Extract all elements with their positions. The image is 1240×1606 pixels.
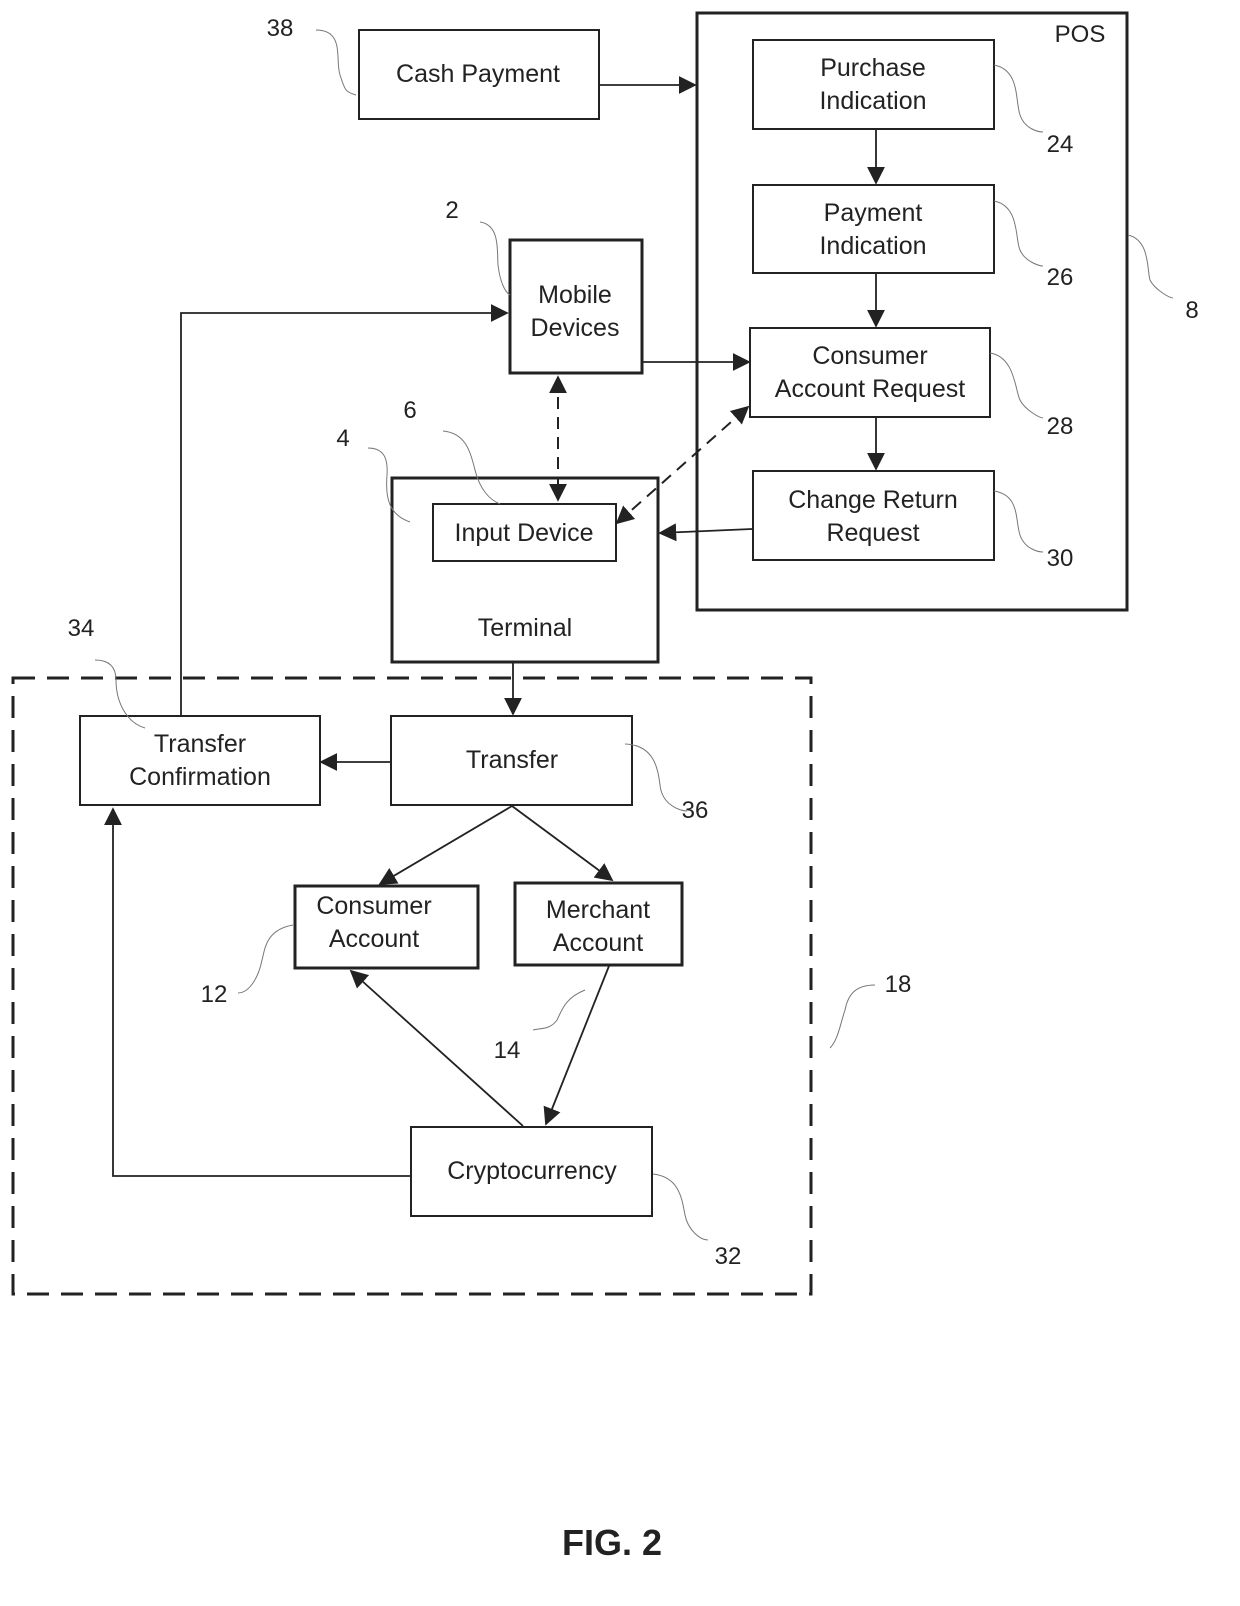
- svg-text:Merchant: Merchant: [546, 896, 650, 924]
- node-transfer-confirmation: Transfer Confirmation: [79, 715, 321, 806]
- svg-text:Input Device: Input Device: [455, 519, 594, 547]
- ref-36: 36: [682, 797, 709, 824]
- svg-text:Indication: Indication: [819, 87, 926, 115]
- ref-26: 26: [1047, 264, 1074, 291]
- node-cryptocurrency: Cryptocurrency: [410, 1126, 653, 1217]
- ref-30: 30: [1047, 545, 1074, 572]
- svg-text:Consumer: Consumer: [812, 342, 927, 370]
- node-purchase-indication: Purchase Indication: [752, 39, 995, 130]
- svg-text:Account: Account: [329, 925, 419, 953]
- leader-8: [1127, 234, 1174, 299]
- svg-text:Consumer: Consumer: [316, 892, 431, 920]
- node-payment-indication: Payment Indication: [752, 184, 995, 274]
- ref-14: 14: [494, 1037, 521, 1064]
- svg-text:Mobile: Mobile: [538, 281, 612, 309]
- ref-18: 18: [885, 971, 912, 998]
- ref-34: 34: [68, 615, 95, 642]
- svg-text:Account Request: Account Request: [775, 375, 965, 403]
- leader-32: [652, 1173, 709, 1241]
- edge-crypto-to-confirmation: [104, 807, 410, 1177]
- svg-text:Cryptocurrency: Cryptocurrency: [447, 1157, 617, 1185]
- svg-text:Confirmation: Confirmation: [129, 763, 271, 791]
- svg-text:Transfer: Transfer: [466, 746, 558, 774]
- ref-32: 32: [715, 1243, 742, 1270]
- patent-diagram: POS Terminal Cash Payment Purchase Indic…: [11, 11, 1199, 1563]
- leader-38: [315, 29, 357, 96]
- node-consumer-account: Consumer Account: [293, 884, 480, 970]
- ref-4: 4: [336, 425, 349, 452]
- node-input-device: Input Device: [432, 503, 617, 562]
- svg-text:Request: Request: [826, 519, 919, 547]
- svg-text:Change Return: Change Return: [788, 486, 958, 514]
- ref-8: 8: [1185, 297, 1198, 324]
- svg-text:Payment: Payment: [824, 199, 923, 227]
- node-mobile-devices: Mobile Devices: [508, 238, 644, 375]
- pos-group-title: POS: [1055, 21, 1106, 48]
- node-transfer: Transfer: [390, 715, 633, 806]
- node-merchant-account: Merchant Account: [513, 881, 684, 967]
- node-cash-payment: Cash Payment: [358, 29, 600, 120]
- leader-12: [237, 924, 294, 994]
- node-change-return-request: Change Return Request: [752, 470, 995, 561]
- ref-6: 6: [403, 397, 416, 424]
- edge-transfer-to-merchant-account: [511, 805, 614, 882]
- figure-caption: FIG. 2: [562, 1522, 662, 1563]
- svg-text:Purchase: Purchase: [820, 54, 926, 82]
- svg-text:Account: Account: [553, 929, 643, 957]
- edge-transfer-to-consumer-account: [378, 805, 513, 885]
- svg-text:Devices: Devices: [531, 314, 620, 342]
- ref-12: 12: [201, 981, 228, 1008]
- node-consumer-account-request: Consumer Account Request: [749, 327, 991, 418]
- ref-2: 2: [445, 197, 458, 224]
- ref-24: 24: [1047, 131, 1074, 158]
- leader-36: [624, 743, 688, 812]
- terminal-label: Terminal: [478, 614, 572, 642]
- leader-18: [829, 984, 876, 1049]
- ref-38: 38: [267, 15, 294, 42]
- edge-merchant-to-crypto: [543, 965, 610, 1126]
- svg-text:Transfer: Transfer: [154, 730, 246, 758]
- ref-28: 28: [1047, 413, 1074, 440]
- leader-14: [532, 989, 586, 1031]
- svg-text:Indication: Indication: [819, 232, 926, 260]
- leader-2: [479, 221, 511, 296]
- svg-text:Cash Payment: Cash Payment: [396, 60, 560, 88]
